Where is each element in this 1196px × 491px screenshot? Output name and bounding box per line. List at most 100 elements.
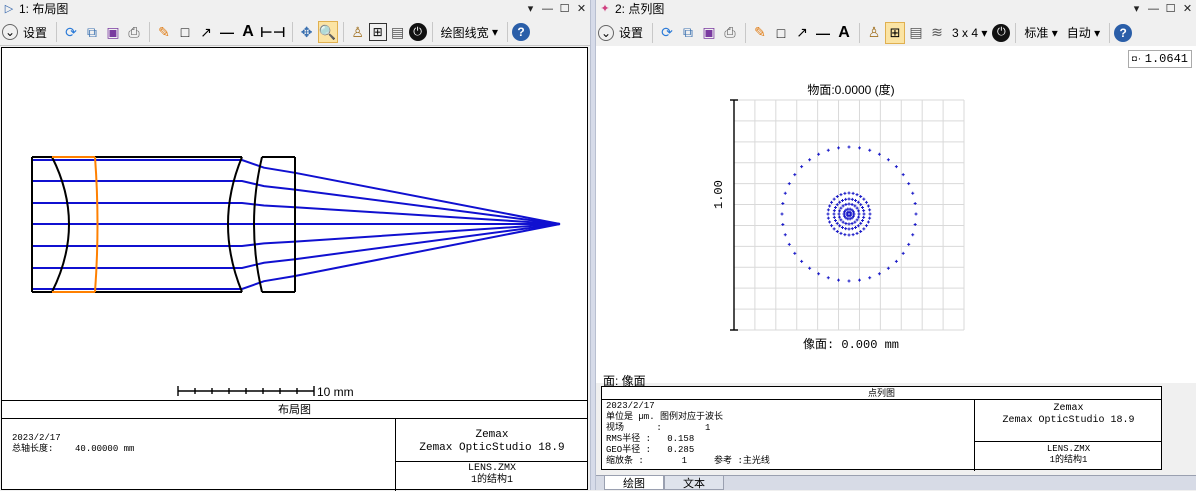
spot-point-ring-0 [783, 191, 787, 195]
spot-point-ring-3 [839, 206, 843, 210]
spot-point-ring-3 [853, 220, 857, 224]
rms-label: RMS半径 : [606, 434, 652, 444]
text-icon[interactable]: A [834, 22, 854, 44]
maximize-button[interactable]: ☐ [1162, 2, 1179, 15]
zoom-icon[interactable]: 🔍 [317, 21, 338, 43]
line-icon[interactable]: — [813, 22, 833, 44]
spot-point-ring-0 [826, 148, 830, 152]
settings-button[interactable]: 设置 [19, 21, 51, 43]
spot-point-ring-0 [787, 242, 791, 246]
layout-drawing [31, 156, 561, 396]
rectangle-icon[interactable]: □ [771, 22, 791, 44]
config-label: 1的结构1 [470, 475, 513, 486]
spot-point-ring-0 [800, 259, 804, 263]
auto-dropdown[interactable]: 自动 ▾ [1063, 22, 1104, 44]
standard-dropdown[interactable]: 标准 ▾ [1020, 22, 1061, 44]
spot-point-ring-1 [855, 231, 859, 235]
print-icon[interactable]: ⎙ [124, 21, 144, 43]
layout-window: ▷ 1: 布局图 ▾ — ☐ ✕ ⌄ 设置 ⟳ ⧉ ▣ ⎙ ✎ □ ↗ — A … [0, 0, 590, 491]
file-label: LENS.ZMX [1046, 444, 1091, 454]
spot-point-ring-1 [839, 193, 843, 197]
window-layout-icon[interactable]: ▤ [388, 21, 408, 43]
scale-bar-key: 缩放条 : [606, 456, 644, 466]
spot-point-ring-1 [828, 220, 832, 224]
spot-point-ring-2 [847, 227, 851, 231]
spot-point-ring-0 [868, 276, 872, 280]
settings-chevron-icon[interactable]: ⌄ [598, 24, 614, 41]
spot-point-ring-1 [862, 227, 866, 231]
print-icon[interactable]: ⎙ [720, 22, 740, 44]
spot-point-ring-2 [850, 227, 854, 231]
minimize-button[interactable]: — [1145, 3, 1162, 15]
spot-point-ring-0 [783, 233, 787, 237]
maximize-button[interactable]: ☐ [556, 2, 573, 15]
spot-point-ring-3 [844, 202, 848, 206]
spot-date: 2023/2/17 [606, 401, 655, 411]
dropdown-icon[interactable]: ▾ [1128, 2, 1145, 15]
tab-text[interactable]: 文本 [664, 476, 724, 490]
spot-point-ring-0 [800, 165, 804, 169]
layout-titlebar: ▷ 1: 布局图 ▾ — ☐ ✕ [0, 0, 590, 17]
settings-chevron-icon[interactable]: ⌄ [2, 24, 18, 40]
field-label: 视场 [606, 423, 625, 433]
config-label: 1的结构1 [1049, 455, 1088, 465]
spot-point-ring-2 [832, 212, 836, 216]
copy-icon[interactable]: ⧉ [82, 21, 102, 43]
copy-icon[interactable]: ⧉ [678, 22, 698, 44]
dropdown-icon[interactable]: ▾ [522, 2, 539, 15]
power-icon[interactable]: ⏻ [992, 23, 1011, 42]
rms-value: 0.158 [667, 434, 695, 444]
spot-info-table: 点列图 2023/2/17 单位是 µm. 图例对应于波长 视场 : 1 RMS… [601, 386, 1162, 471]
spot-point-ring-0 [847, 145, 851, 149]
tab-plot[interactable]: 绘图 [604, 476, 664, 490]
spot-point-ring-3 [855, 218, 859, 222]
spot-caption: 点列图 [602, 387, 1161, 400]
grid-icon[interactable]: ⊞ [885, 21, 906, 44]
spot-point-ring-0 [847, 279, 851, 283]
grid-layout-label: 3 x 4 [952, 25, 979, 40]
dimension-icon[interactable]: ⊢⊣ [259, 21, 287, 43]
field-value: 1 [705, 423, 711, 433]
power-icon[interactable]: ⏻ [408, 23, 427, 41]
line-icon[interactable]: — [217, 21, 237, 43]
line-width-dropdown[interactable]: 绘图线宽 ▾ [437, 21, 502, 43]
spot-point-ring-0 [808, 158, 812, 162]
spot-point-ring-2 [832, 209, 836, 213]
arrow-icon[interactable]: ↗ [196, 21, 216, 43]
minimize-button[interactable]: — [539, 3, 556, 15]
settings-button[interactable]: 设置 [615, 22, 647, 44]
spot-point-ring-0 [780, 212, 784, 216]
grid-icon[interactable]: ⊞ [368, 23, 387, 41]
lock-icon[interactable]: ♙ [348, 21, 368, 43]
spot-point-ring-3 [839, 218, 843, 222]
pan-icon[interactable]: ✥ [297, 21, 317, 43]
lock-icon[interactable]: ♙ [864, 22, 884, 44]
spot-point-ring-2 [840, 226, 844, 230]
pencil-icon[interactable]: ✎ [154, 21, 174, 43]
refresh-icon[interactable]: ⟳ [657, 22, 677, 44]
text-icon[interactable]: A [238, 21, 258, 43]
help-icon[interactable]: ? [511, 23, 530, 41]
spot-point-ring-0 [894, 259, 898, 263]
toolbar-separator [1109, 22, 1111, 43]
layers-icon[interactable]: ≋ [927, 22, 947, 44]
refresh-icon[interactable]: ⟳ [61, 21, 81, 43]
spot-point-ring-0 [787, 182, 791, 186]
close-button[interactable]: ✕ [573, 2, 590, 15]
spot-point-ring-0 [907, 182, 911, 186]
window-layout-icon[interactable]: ▤ [906, 22, 926, 44]
save-icon[interactable]: ▣ [103, 21, 123, 43]
pencil-icon[interactable]: ✎ [750, 22, 770, 44]
spot-point-ring-1 [826, 212, 830, 216]
spot-point-ring-0 [793, 173, 797, 177]
save-icon[interactable]: ▣ [699, 22, 719, 44]
close-button[interactable]: ✕ [1179, 2, 1196, 15]
units-line: 单位是 µm. 图例对应于波长 [606, 412, 724, 422]
help-icon[interactable]: ? [1114, 23, 1133, 42]
grid-layout-dropdown[interactable]: 3 x 4 ▾ [948, 22, 991, 44]
spot-point-ring-2 [850, 197, 854, 201]
arrow-icon[interactable]: ↗ [792, 22, 812, 44]
rectangle-icon[interactable]: □ [175, 21, 195, 43]
vendor-label: Zemax [475, 429, 509, 441]
spot-point-ring-3 [855, 206, 859, 210]
